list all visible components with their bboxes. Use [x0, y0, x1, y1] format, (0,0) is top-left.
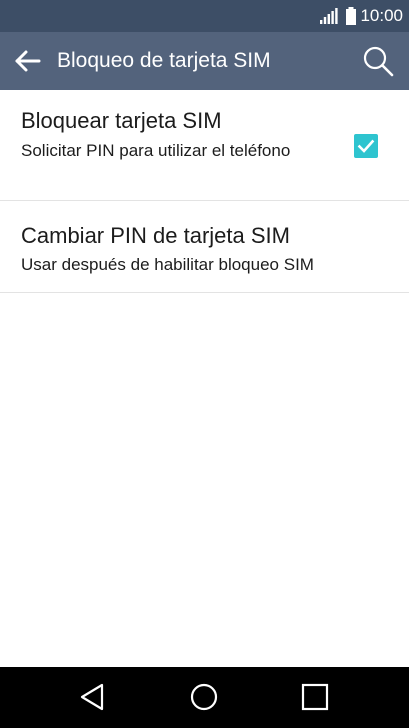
battery-icon: [345, 6, 357, 26]
app-bar: Bloqueo de tarjeta SIM: [0, 32, 409, 90]
checkmark-icon: [357, 139, 375, 153]
arrow-left-icon: [15, 50, 41, 72]
nav-home-button[interactable]: [188, 681, 220, 713]
back-triangle-icon: [80, 683, 104, 711]
nav-back-button[interactable]: [77, 681, 109, 713]
pref-title: Cambiar PIN de tarjeta SIM: [21, 223, 290, 248]
pref-summary: Solicitar PIN para utilizar el teléfono: [21, 141, 291, 160]
status-icons: 10:00: [319, 0, 403, 32]
lock-sim-checkbox[interactable]: [354, 134, 378, 158]
status-bar: 10:00: [0, 0, 409, 32]
pref-change-sim-pin[interactable]: Cambiar PIN de tarjeta SIM Usar después …: [0, 201, 409, 293]
pref-summary: Usar después de habilitar bloqueo SIM: [21, 255, 314, 274]
nav-recents-button[interactable]: [299, 681, 331, 713]
pref-title: Bloquear tarjeta SIM: [21, 108, 222, 133]
signal-icon: [319, 7, 339, 25]
home-circle-icon: [190, 683, 218, 711]
search-button[interactable]: [361, 44, 395, 78]
navigation-bar: [0, 667, 409, 728]
page-title: Bloqueo de tarjeta SIM: [57, 49, 271, 72]
recents-square-icon: [301, 683, 329, 711]
back-button[interactable]: [12, 45, 44, 77]
pref-lock-sim-card[interactable]: Bloquear tarjeta SIM Solicitar PIN para …: [0, 90, 409, 201]
search-icon: [363, 46, 394, 77]
status-time: 10:00: [360, 6, 403, 25]
